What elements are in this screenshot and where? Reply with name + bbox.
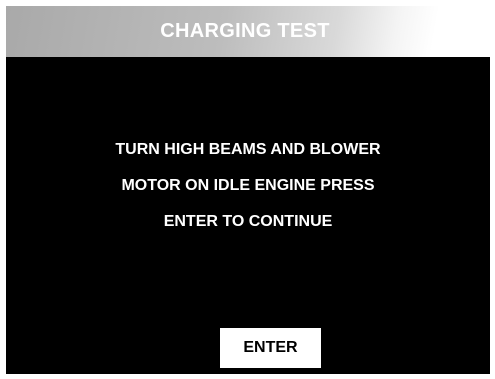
instruction-line-2: MOTOR ON IDLE ENGINE PRESS [121, 177, 375, 194]
instruction-message: TURN HIGH BEAMS AND BLOWER MOTOR ON IDLE… [6, 139, 490, 247]
test-screen: CHARGING TEST TURN HIGH BEAMS AND BLOWER… [6, 6, 490, 374]
instruction-line-3: ENTER TO CONTINUE [163, 213, 333, 230]
title-bar: CHARGING TEST [6, 6, 490, 57]
enter-button[interactable]: ENTER [220, 328, 321, 368]
page-title: CHARGING TEST [160, 20, 330, 42]
instruction-line-1: TURN HIGH BEAMS AND BLOWER [115, 141, 381, 158]
